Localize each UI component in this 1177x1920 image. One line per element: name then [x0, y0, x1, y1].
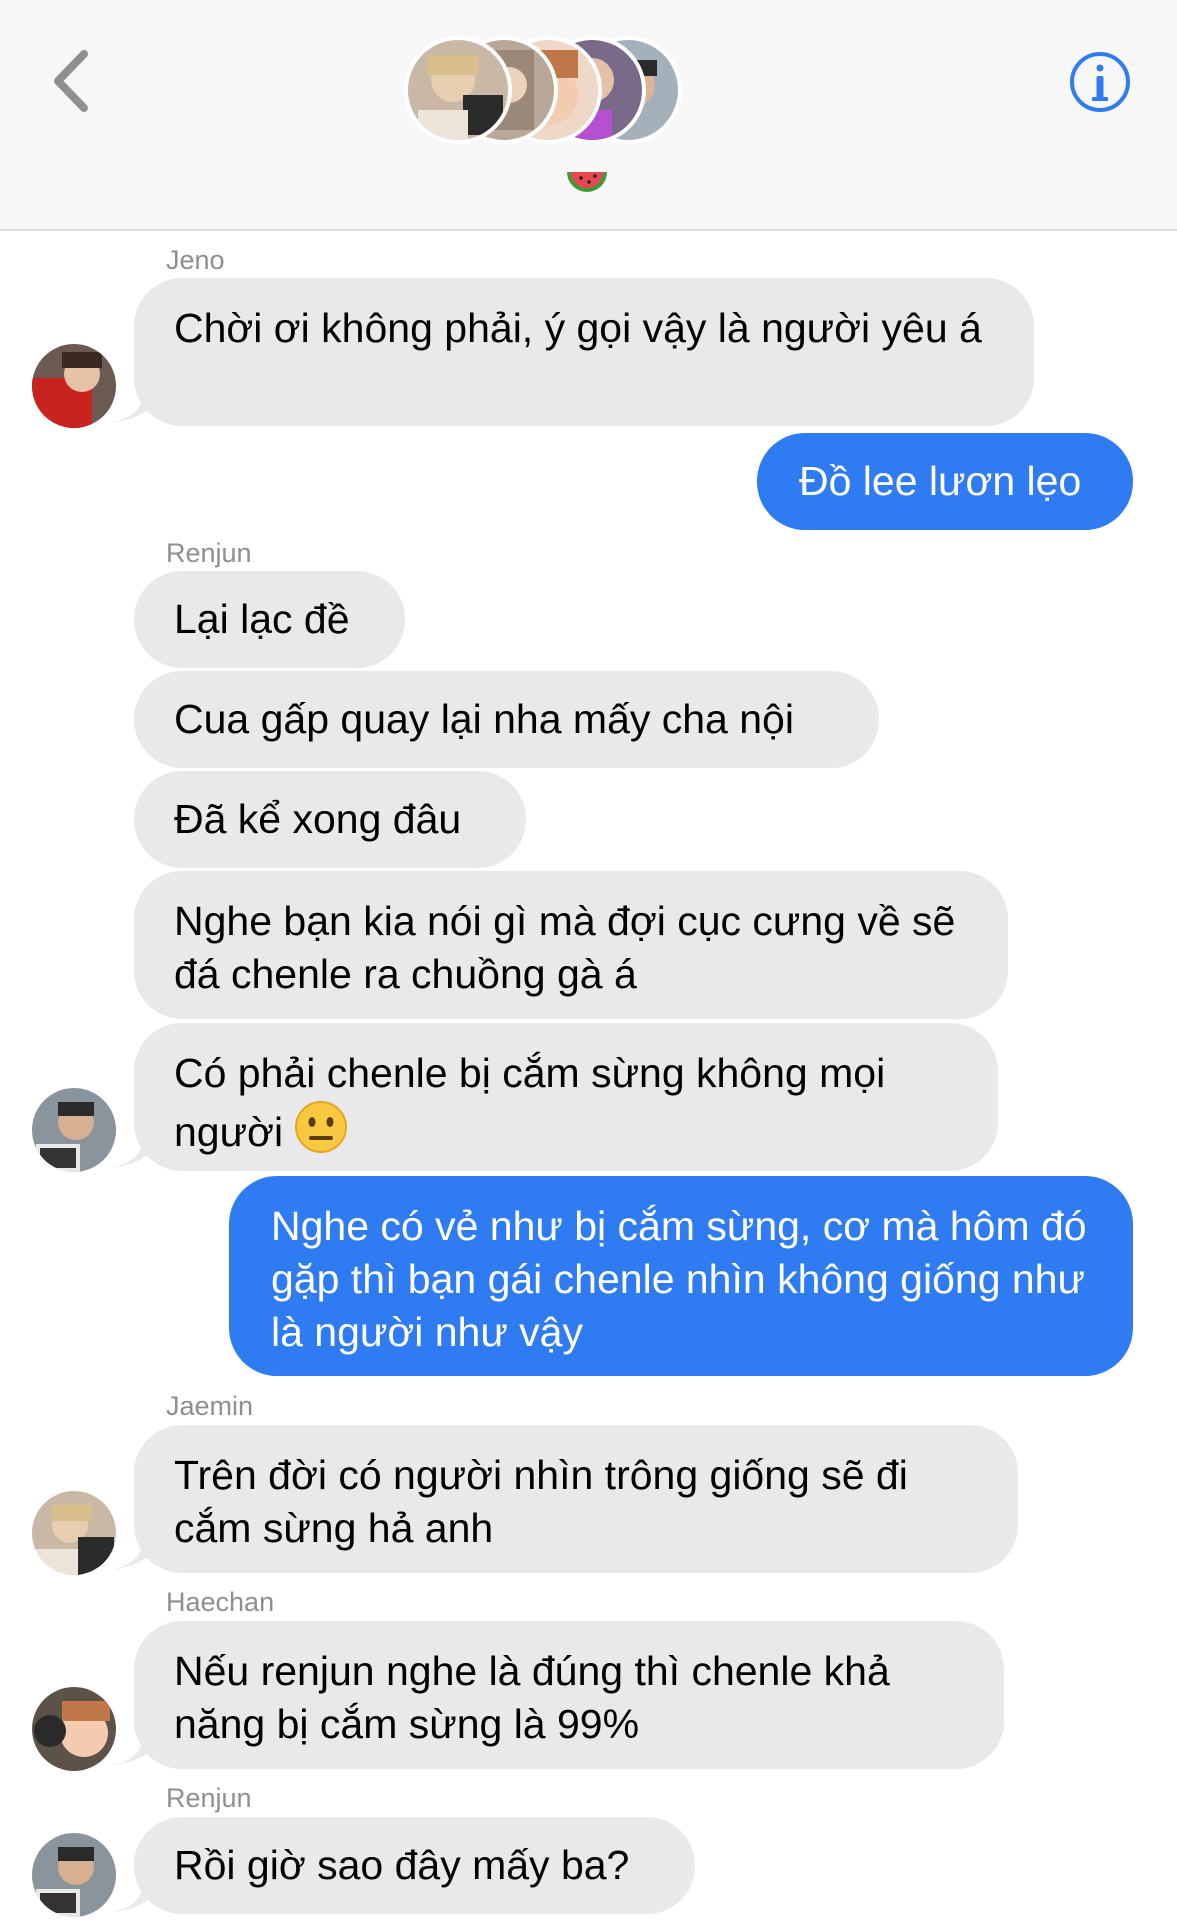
watermelon-icon	[567, 172, 607, 192]
avatar[interactable]	[32, 1833, 116, 1917]
sender-name: Renjun	[166, 1783, 252, 1813]
chevron-left-icon	[54, 50, 88, 112]
incoming-message[interactable]: Lại lạc đề	[134, 571, 405, 668]
incoming-message[interactable]: Trên đời có người nhìn trông giống sẽ đi…	[134, 1425, 1018, 1573]
sender-name: Haechan	[166, 1587, 275, 1617]
info-button[interactable]	[1068, 50, 1132, 114]
incoming-message[interactable]: Đã kể xong đâu	[134, 771, 526, 868]
neutral-face-icon	[295, 1101, 348, 1153]
incoming-message[interactable]: Rồi giờ sao đây mấy ba?	[134, 1817, 695, 1914]
group-member-avatar	[404, 36, 512, 144]
incoming-message[interactable]: Cua gấp quay lại nha mấy cha nội	[134, 671, 879, 768]
avatar[interactable]	[32, 1491, 116, 1575]
group-avatar-stack[interactable]	[404, 36, 704, 156]
sender-name: Jeno	[166, 245, 225, 275]
outgoing-message[interactable]: Nghe có vẻ như bị cắm sừng, cơ mà hôm đó…	[229, 1176, 1133, 1376]
sender-name: Renjun	[166, 538, 252, 568]
avatar[interactable]	[32, 1088, 116, 1172]
message-text: Có phải chenle bị cắm sừng không mọi ngư…	[174, 1050, 886, 1155]
sender-name: Jaemin	[166, 1391, 254, 1421]
avatar[interactable]	[32, 1687, 116, 1771]
chat-header	[0, 0, 1177, 231]
incoming-message[interactable]: Nghe bạn kia nói gì mà đợi cục cưng về s…	[134, 871, 1008, 1019]
incoming-message[interactable]: Nếu renjun nghe là đúng thì chenle khả n…	[134, 1621, 1004, 1769]
info-circle-icon	[1070, 52, 1130, 112]
incoming-message[interactable]: Có phải chenle bị cắm sừng không mọi ngư…	[134, 1023, 998, 1171]
incoming-message[interactable]: Chời ơi không phải, ý gọi vậy là người y…	[134, 278, 1034, 426]
back-button[interactable]	[48, 46, 98, 116]
avatar[interactable]	[32, 344, 116, 428]
outgoing-message[interactable]: Đồ lee lươn lẹo	[757, 433, 1133, 530]
